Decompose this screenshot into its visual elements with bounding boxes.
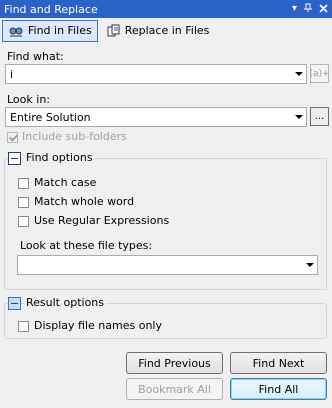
find-in-files-icon: [8, 24, 24, 38]
find-options-collapse-icon[interactable]: [8, 152, 21, 165]
tab-label: Find in Files: [28, 24, 92, 37]
find-what-value: i: [10, 67, 14, 81]
chevron-down-icon[interactable]: [295, 115, 303, 119]
expression-builder-button[interactable]: (a)+: [309, 64, 330, 83]
file-types-select[interactable]: [17, 255, 318, 275]
find-options-title: Find options: [24, 151, 95, 164]
match-whole-word-label: Match whole word: [34, 195, 135, 208]
bookmark-all-button[interactable]: Bookmark All: [126, 378, 223, 400]
pin-icon[interactable]: [303, 3, 313, 16]
use-regex-checkbox[interactable]: [18, 216, 29, 227]
tab-find-in-files[interactable]: Find in Files: [2, 19, 98, 42]
display-file-names-label: Display file names only: [34, 319, 162, 332]
browse-label: ...: [314, 111, 325, 122]
include-subfolders-checkbox[interactable]: [7, 132, 18, 143]
tab-replace-in-files[interactable]: Replace in Files: [102, 20, 215, 42]
file-types-label: Look at these file types:: [20, 239, 153, 252]
find-what-label: Find what:: [7, 50, 64, 63]
find-previous-button[interactable]: Find Previous: [126, 352, 223, 374]
match-case-label: Match case: [34, 176, 97, 189]
mode-tabs: Find in Files Replace in Files: [0, 18, 332, 43]
close-icon[interactable]: [319, 3, 328, 16]
chevron-down-icon[interactable]: [306, 263, 314, 267]
use-regex-label: Use Regular Expressions: [34, 214, 170, 227]
find-next-button[interactable]: Find Next: [230, 352, 327, 374]
browse-button[interactable]: ...: [310, 107, 329, 126]
include-subfolders-label: Include sub-folders: [22, 130, 127, 143]
find-what-input[interactable]: i: [5, 64, 307, 84]
match-whole-word-checkbox[interactable]: [18, 197, 29, 208]
display-file-names-checkbox[interactable]: [18, 321, 29, 332]
result-options-title: Result options: [24, 296, 106, 309]
find-all-button[interactable]: Find All: [230, 378, 327, 400]
replace-in-files-icon: [107, 24, 121, 38]
chevron-down-icon[interactable]: [295, 72, 303, 76]
look-in-select[interactable]: Entire Solution: [5, 107, 307, 127]
match-case-checkbox[interactable]: [18, 178, 29, 189]
result-options-collapse-icon[interactable]: [8, 297, 21, 310]
window-title: Find and Replace: [4, 2, 98, 16]
dropdown-icon[interactable]: ▾: [292, 1, 297, 17]
look-in-value: Entire Solution: [10, 110, 91, 124]
expression-builder-label: (a)+: [309, 68, 330, 79]
window-titlebar: Find and Replace ▾: [0, 0, 332, 18]
tab-label: Replace in Files: [124, 24, 210, 37]
look-in-label: Look in:: [7, 93, 50, 106]
